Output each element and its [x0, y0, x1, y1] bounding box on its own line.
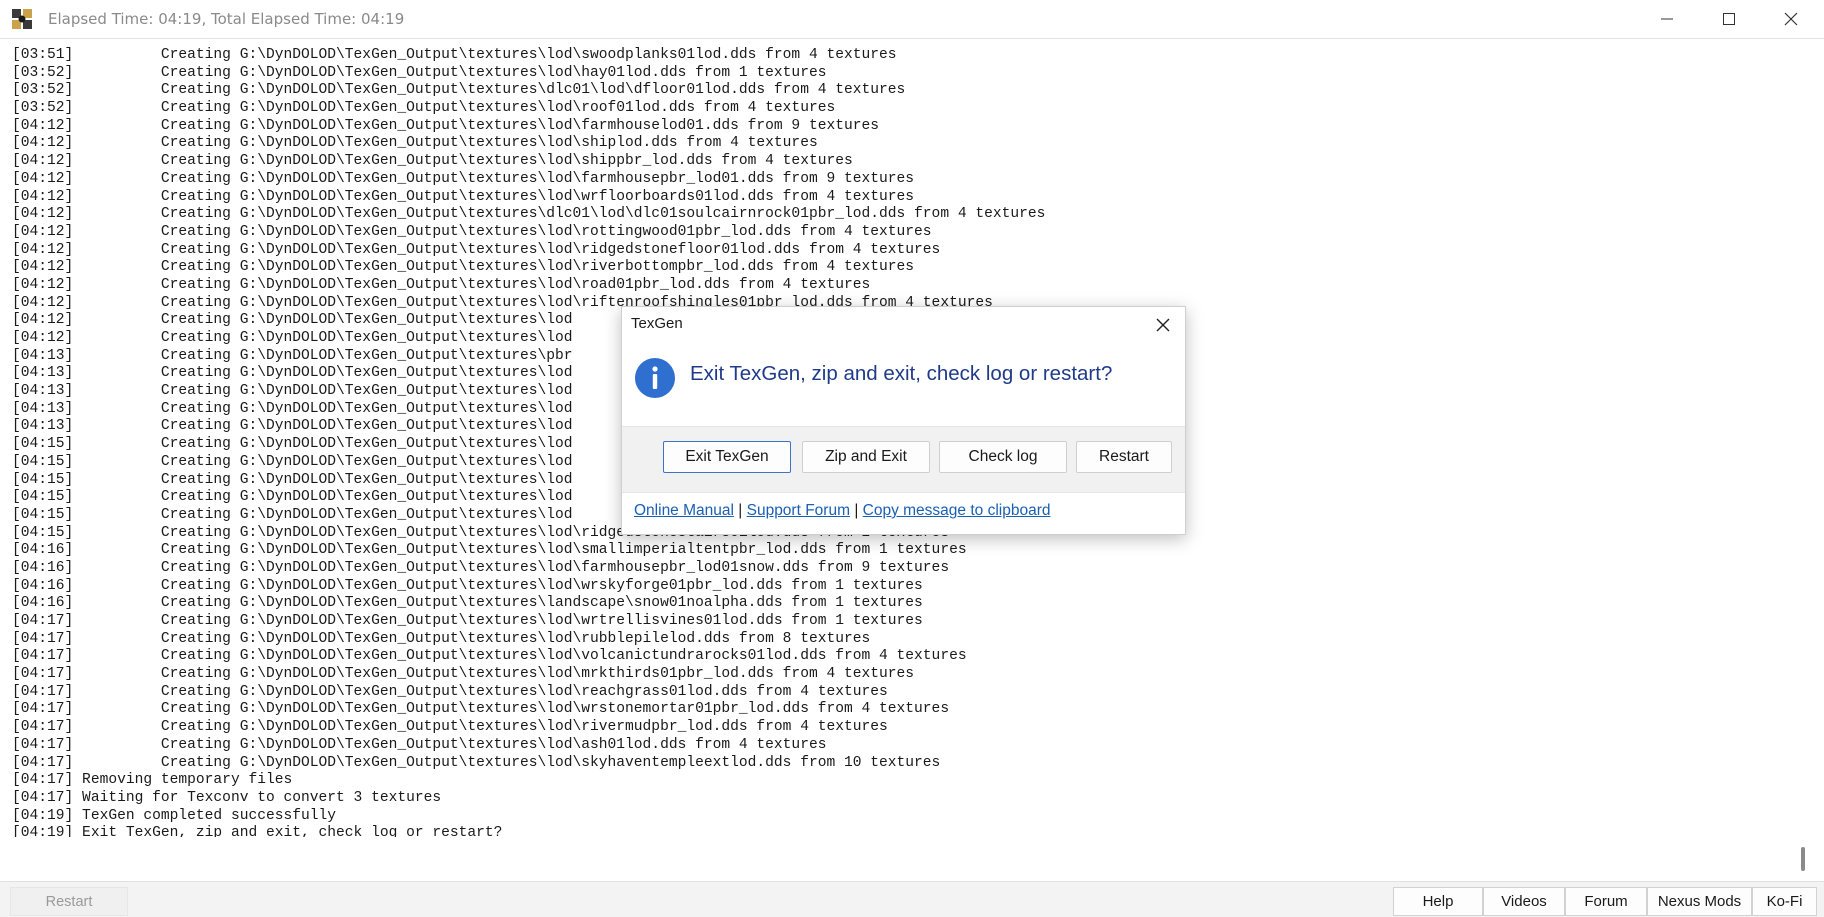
log-line: [04:17] Creating G:\DynDOLOD\TexGen_Outp… [12, 719, 888, 736]
vertical-scrollbar-thumb[interactable] [1801, 847, 1805, 871]
log-line: [04:17] Creating G:\DynDOLOD\TexGen_Outp… [12, 613, 923, 629]
log-line: [03:52] Creating G:\DynDOLOD\TexGen_Outp… [12, 64, 827, 81]
log-line: [04:16] Creating G:\DynDOLOD\TexGen_Outp… [12, 577, 923, 594]
check-log-button[interactable]: Check log [939, 441, 1067, 473]
log-line: [04:17] Creating G:\DynDOLOD\TexGen_Outp… [12, 736, 827, 753]
info-icon [635, 358, 675, 398]
dialog-restart-button[interactable]: Restart [1076, 441, 1172, 473]
texgen-dialog: TexGen Exit TexGen, zip and exit, check … [621, 306, 1186, 535]
puzzle-app-icon [12, 9, 32, 29]
log-line: [04:17] Creating G:\DynDOLOD\TexGen_Outp… [12, 754, 941, 771]
log-line: [04:16] Creating G:\DynDOLOD\TexGen_Outp… [12, 595, 923, 612]
window-title: Elapsed Time: 04:19, Total Elapsed Time:… [48, 10, 405, 28]
zip-and-exit-button[interactable]: Zip and Exit [802, 441, 930, 473]
maximize-button[interactable] [1698, 0, 1760, 38]
log-line: [04:17] Creating G:\DynDOLOD\TexGen_Outp… [12, 683, 888, 700]
videos-button[interactable]: Videos [1483, 887, 1565, 916]
help-button[interactable]: Help [1393, 887, 1483, 916]
dialog-message: Exit TexGen, zip and exit, check log or … [690, 362, 1113, 385]
link-separator: | [854, 502, 859, 519]
minimize-icon [1661, 18, 1673, 20]
log-line: [04:12] Creating G:\DynDOLOD\TexGen_Outp… [12, 206, 1046, 223]
log-line: [04:16] Creating G:\DynDOLOD\TexGen_Outp… [12, 559, 950, 576]
online-manual-link[interactable]: Online Manual [634, 502, 734, 519]
close-icon [1784, 12, 1798, 26]
close-window-button[interactable] [1760, 0, 1822, 38]
log-line: [04:17] Creating G:\DynDOLOD\TexGen_Outp… [12, 648, 967, 665]
minimize-button[interactable] [1636, 0, 1698, 38]
log-line: [04:16] Creating G:\DynDOLOD\TexGen_Outp… [12, 542, 967, 559]
dialog-close-button[interactable] [1149, 311, 1177, 339]
ko-fi-button[interactable]: Ko-Fi [1752, 887, 1817, 916]
maximize-icon [1723, 13, 1735, 25]
log-line: [03:52] Creating G:\DynDOLOD\TexGen_Outp… [12, 100, 836, 117]
log-line: [04:17] Removing temporary files [12, 772, 293, 789]
log-line: [04:12] Creating G:\DynDOLOD\TexGen_Outp… [12, 170, 915, 187]
dialog-links: Online Manual | Support Forum | Copy mes… [634, 502, 1050, 520]
status-bar: Restart Help Videos Forum Nexus Mods Ko-… [0, 881, 1824, 917]
log-line: [04:17] Creating G:\DynDOLOD\TexGen_Outp… [12, 701, 950, 718]
close-icon [1156, 318, 1170, 332]
log-line: [04:12] Creating G:\DynDOLOD\TexGen_Outp… [12, 135, 818, 152]
copy-message-link[interactable]: Copy message to clipboard [863, 502, 1051, 519]
log-line: [04:12] Creating G:\DynDOLOD\TexGen_Outp… [12, 241, 941, 258]
exit-texgen-button[interactable]: Exit TexGen [663, 441, 791, 473]
log-line: [04:19] TexGen completed successfully [12, 807, 337, 824]
forum-button[interactable]: Forum [1565, 887, 1647, 916]
log-line: [03:52] Creating G:\DynDOLOD\TexGen_Outp… [12, 82, 906, 99]
log-line: [04:17] Creating G:\DynDOLOD\TexGen_Outp… [12, 666, 915, 683]
log-line: [04:12] Creating G:\DynDOLOD\TexGen_Outp… [12, 223, 932, 240]
log-line: [04:17] Waiting for Texconv to convert 3… [12, 789, 442, 806]
title-bar: Elapsed Time: 04:19, Total Elapsed Time:… [0, 0, 1824, 38]
dialog-title: TexGen [631, 315, 683, 332]
restart-button[interactable]: Restart [10, 887, 128, 916]
log-line: [04:12] Creating G:\DynDOLOD\TexGen_Outp… [12, 276, 871, 293]
link-separator: | [738, 502, 743, 519]
log-line: [04:12] Creating G:\DynDOLOD\TexGen_Outp… [12, 188, 915, 205]
log-line: [04:19] Exit TexGen, zip and exit, check… [12, 825, 503, 837]
log-line: [04:12] Creating G:\DynDOLOD\TexGen_Outp… [12, 259, 915, 276]
dialog-button-bar: Exit TexGen Zip and Exit Check log Resta… [622, 426, 1185, 493]
support-forum-link[interactable]: Support Forum [747, 502, 850, 519]
log-line: [03:51] Creating G:\DynDOLOD\TexGen_Outp… [12, 47, 897, 63]
log-line: [04:17] Creating G:\DynDOLOD\TexGen_Outp… [12, 630, 871, 647]
nexus-mods-button[interactable]: Nexus Mods [1647, 887, 1752, 916]
log-line: [04:12] Creating G:\DynDOLOD\TexGen_Outp… [12, 117, 880, 134]
log-line: [04:12] Creating G:\DynDOLOD\TexGen_Outp… [12, 153, 853, 170]
